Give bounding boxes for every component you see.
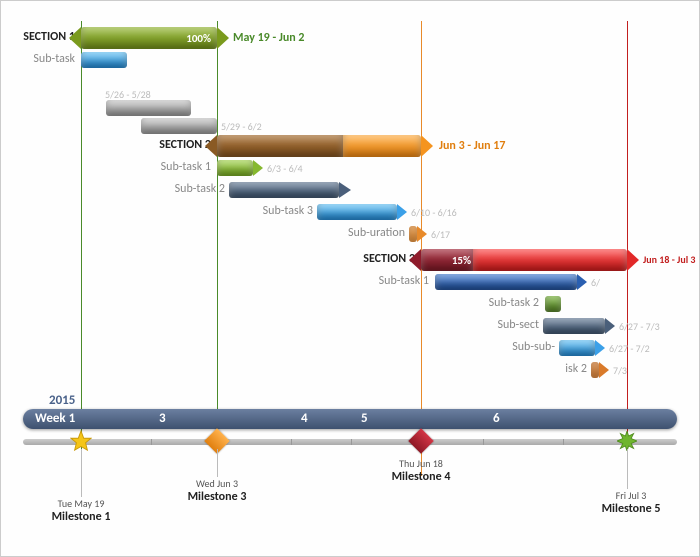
section3-pct: 15% — [437, 254, 471, 267]
s3-task4-note: 6/27 - 7/2 — [609, 342, 650, 355]
section2-row: SECTION 2 Jun 3 - Jun 17 — [1, 135, 699, 157]
milestone-axis — [23, 439, 677, 445]
mline-3 — [217, 449, 218, 477]
section3-range: Jun 18 - Jul 3 — [643, 253, 696, 266]
s2-task4: Sub-uration 6/17 — [1, 223, 699, 245]
s3-task1-label: Sub-task 1 — [1, 274, 429, 288]
s2-task2: Sub-task 2 — [1, 179, 699, 201]
s2-task4-label: Sub-uration — [1, 226, 405, 240]
section2-arrow-l — [205, 135, 217, 157]
week-axis: Week 1 3 4 5 6 — [23, 409, 677, 429]
milestone-4: Thu Jun 18 Milestone 4 — [381, 457, 461, 484]
milestone-3-date: Wed Jun 3 — [196, 477, 238, 490]
milestone-1-label: Milestone 1 — [41, 510, 121, 524]
s1-task3: 5/29 - 6/2 — [1, 115, 699, 137]
s3-task2-bar — [545, 296, 561, 312]
s3-task5-note: 7/3 — [613, 364, 627, 377]
s2-task3: Sub-task 3 6/10 - 6/16 — [1, 201, 699, 223]
milestone-3: Wed Jun 3 Milestone 3 — [177, 477, 257, 504]
milestone-4-date: Thu Jun 18 — [399, 457, 443, 470]
s3-task3-bar — [543, 318, 605, 334]
section2-arrow-r — [421, 135, 433, 157]
milestone-5-date: Fri Jul 3 — [616, 489, 647, 502]
milestone-1-date: Tue May 19 — [58, 497, 105, 510]
week-1: Week 1 — [35, 411, 75, 426]
section1-row: SECTION 1 100% May 19 - Jun 2 — [1, 27, 699, 49]
s3-task5: isk 2 7/3 — [1, 359, 699, 381]
s3-task4-label: Sub-sub- — [1, 340, 555, 354]
year-label: 2015 — [49, 393, 75, 408]
s3-task1: Sub-task 1 6/ — [1, 271, 699, 293]
section2-bar-b — [343, 135, 421, 157]
section2-label: SECTION 2 — [1, 138, 211, 152]
s2-task4-note: 6/17 — [431, 228, 450, 241]
s2-task2-arrow — [339, 182, 351, 198]
s3-task4-bar — [559, 340, 595, 356]
s2-task1-arrow — [253, 160, 263, 176]
section1-label: SECTION 1 — [1, 30, 75, 44]
s1-task1: Sub-task — [1, 49, 699, 71]
section3-label: SECTION 3 — [1, 252, 415, 266]
s3-task1-note: 6/ — [591, 276, 600, 289]
mline-1 — [81, 449, 82, 497]
s2-task2-bar — [229, 182, 339, 198]
section3-arrow-l — [409, 249, 421, 271]
section3-bar-b — [473, 249, 627, 271]
section2-range: Jun 3 - Jun 17 — [439, 139, 505, 153]
s2-task4-bar — [409, 226, 417, 242]
s1-task3-bar — [141, 118, 217, 134]
burst-icon — [617, 431, 637, 451]
s3-task2: Sub-task 2 — [1, 293, 699, 315]
s2-task1: Sub-task 1 6/3 - 6/4 — [1, 157, 699, 179]
week-3: 3 — [159, 411, 166, 426]
s3-task1-bar — [435, 274, 577, 290]
milestone-3-label: Milestone 3 — [177, 490, 257, 504]
s2-task1-note: 6/3 - 6/4 — [267, 162, 303, 175]
s3-task5-arrow — [599, 362, 609, 378]
section1-pct: 100% — [161, 32, 211, 45]
s3-task5-label: isk 2 — [1, 362, 587, 376]
s3-task4: Sub-sub- 6/27 - 7/2 — [1, 337, 699, 359]
milestone-1: Tue May 19 Milestone 1 — [41, 497, 121, 524]
week-5: 5 — [361, 411, 368, 426]
s2-task3-arrow — [397, 204, 407, 220]
s3-task4-arrow — [595, 340, 605, 356]
milestone-5: Fri Jul 3 Milestone 5 — [591, 489, 671, 516]
s3-task2-label: Sub-task 2 — [1, 296, 539, 310]
diamond-icon — [408, 428, 433, 453]
s2-task3-label: Sub-task 3 — [1, 204, 313, 218]
s1-task3-note: 5/29 - 6/2 — [221, 120, 262, 133]
section2-bar-a — [217, 135, 343, 157]
section1-bar-arrow-l — [69, 27, 81, 49]
mline-5 — [627, 449, 628, 489]
s1-task1-bar — [81, 52, 127, 68]
s1-task1-label: Sub-task — [1, 52, 75, 66]
section1-bar-arrow-r — [217, 27, 229, 49]
section3-arrow-r — [627, 249, 639, 271]
s2-task3-bar — [317, 204, 397, 220]
milestone-5-label: Milestone 5 — [591, 502, 671, 516]
s3-task3-arrow — [605, 318, 615, 334]
s2-task1-bar — [217, 160, 253, 176]
s2-task4-arrow — [417, 226, 427, 242]
s3-task3: Sub-sect 6/27 - 7/3 — [1, 315, 699, 337]
section3-row: SECTION 3 15% Jun 18 - Jul 3 — [1, 249, 699, 271]
s3-task3-note: 6/27 - 7/3 — [619, 320, 660, 333]
s1-task2-bar — [106, 100, 191, 116]
s2-task1-label: Sub-task 1 — [1, 160, 211, 174]
gantt-chart: SECTION 1 100% May 19 - Jun 2 Sub-task 5… — [0, 0, 700, 557]
week-4: 4 — [301, 411, 308, 426]
section1-range: May 19 - Jun 2 — [233, 31, 305, 45]
s3-task5-bar — [591, 362, 599, 378]
week-6: 6 — [493, 411, 500, 426]
s2-task3-note: 6/10 - 6/16 — [411, 206, 457, 219]
s2-task2-label: Sub-task 2 — [1, 182, 225, 196]
milestone-4-label: Milestone 4 — [381, 470, 461, 484]
s3-task1-arrow — [577, 274, 587, 290]
s3-task3-label: Sub-sect — [1, 318, 539, 332]
